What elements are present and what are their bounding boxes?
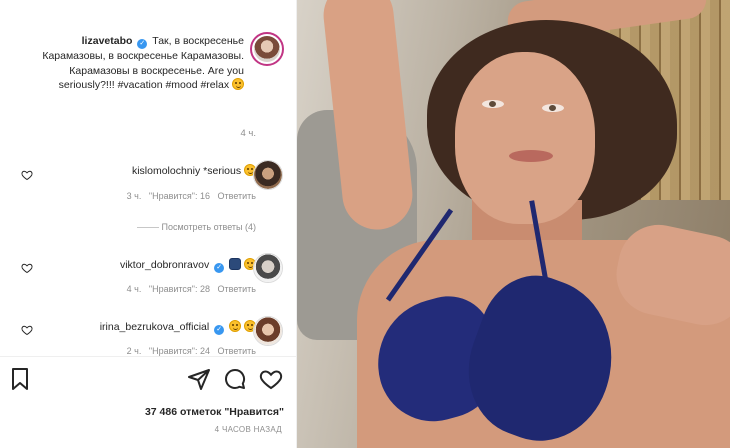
comment-text: *serious: [203, 165, 242, 177]
face: [455, 52, 595, 224]
comment-likes[interactable]: "Нравится": 28: [149, 284, 210, 294]
reply-link[interactable]: Ответить: [218, 346, 256, 356]
divider-line: [136, 227, 159, 229]
left-eye: [482, 100, 504, 108]
post-caption: lizavetabo ✓ Так, в воскресенье Карамазо…: [38, 34, 244, 93]
comment-time: 3 ч.: [126, 191, 142, 201]
post-timestamp: 4 ЧАСОВ НАЗАД: [214, 425, 282, 434]
view-replies-text[interactable]: Посмотреть ответы (4): [161, 222, 256, 232]
lips: [509, 150, 553, 162]
likes-count[interactable]: 37 486 отметок "Нравится": [60, 406, 284, 418]
comment-avatar[interactable]: [253, 160, 283, 190]
smile-emoji-icon: [229, 320, 242, 332]
comments-panel: lizavetabo ✓ Так, в воскресенье Карамазо…: [0, 0, 297, 448]
caption-avatar[interactable]: [250, 32, 284, 66]
verified-icon: ✓: [214, 263, 225, 273]
comment-meta: 2 ч. "Нравится": 24 Ответить: [60, 346, 256, 356]
caption-time: 4 ч.: [240, 128, 256, 139]
comment-like-icon[interactable]: [21, 169, 33, 181]
comment-username[interactable]: viktor_dobronravov: [120, 259, 209, 271]
action-bar: 37 486 отметок "Нравится" 4 ЧАСОВ НАЗАД: [0, 356, 296, 448]
bookmark-icon[interactable]: [8, 367, 32, 391]
comment-icon[interactable]: [223, 367, 247, 391]
comment-avatar[interactable]: [253, 253, 283, 283]
comment-username[interactable]: irina_bezrukova_official: [100, 321, 210, 333]
share-icon[interactable]: [187, 367, 211, 391]
comment-like-icon[interactable]: [21, 324, 33, 336]
view-replies-link[interactable]: Посмотреть ответы (4): [60, 222, 256, 232]
comment-meta: 3 ч. "Нравится": 16 Ответить: [60, 191, 256, 201]
comment-time: 4 ч.: [126, 284, 142, 294]
comment-time: 2 ч.: [126, 346, 142, 356]
comment-2: viktor_dobronravov ✓: [60, 258, 256, 273]
heart-icon[interactable]: [259, 367, 283, 391]
comment-likes[interactable]: "Нравится": 24: [149, 346, 210, 356]
right-eye: [542, 104, 564, 112]
smile-emoji-icon: [232, 78, 244, 90]
verified-icon: ✓: [137, 39, 148, 49]
verified-icon: ✓: [214, 325, 225, 335]
comment-like-icon[interactable]: [21, 262, 33, 274]
comment-1: kislomolochniy *serious: [60, 164, 256, 177]
post-photo: [297, 0, 730, 448]
comment-meta: 4 ч. "Нравится": 28 Ответить: [60, 284, 256, 294]
comment-username[interactable]: kislomolochniy: [132, 165, 200, 177]
comment-likes[interactable]: "Нравится": 16: [149, 191, 210, 201]
reply-link[interactable]: Ответить: [218, 284, 256, 294]
caption-username[interactable]: lizavetabo: [82, 35, 133, 47]
reply-link[interactable]: Ответить: [218, 191, 256, 201]
person-emoji-icon: [229, 258, 242, 270]
comment-avatar[interactable]: [253, 316, 283, 346]
comment-3: irina_bezrukova_official ✓: [60, 320, 256, 335]
